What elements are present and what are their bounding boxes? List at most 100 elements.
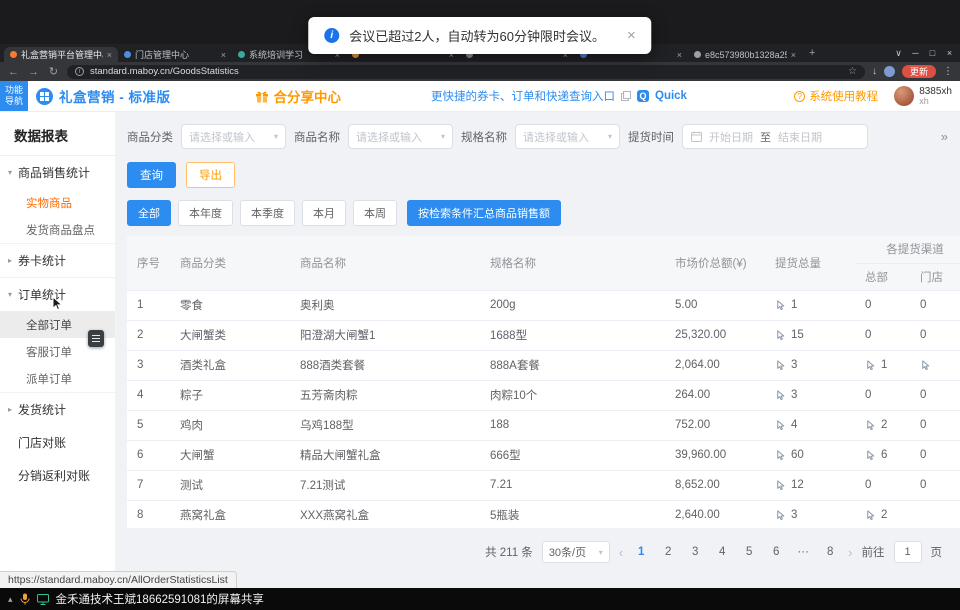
collapse-panel-icon[interactable]: » bbox=[941, 129, 948, 144]
page-number[interactable]: 3 bbox=[686, 542, 704, 562]
cell-spec: 肉粽10个 bbox=[480, 380, 665, 410]
period-tab[interactable]: 本年度 bbox=[178, 200, 233, 226]
back-icon[interactable]: ← bbox=[7, 66, 20, 78]
page-number[interactable]: 1 bbox=[632, 542, 650, 562]
hq-count-link[interactable]: 0 bbox=[865, 329, 900, 341]
maximize-button[interactable]: □ bbox=[924, 48, 941, 58]
next-page-icon[interactable]: › bbox=[848, 545, 852, 560]
download-icon[interactable]: ↓ bbox=[872, 66, 877, 77]
pickup-count-link[interactable]: 3 bbox=[775, 359, 845, 371]
store-count-link[interactable]: 0 bbox=[920, 479, 960, 491]
prev-page-icon[interactable]: ‹ bbox=[619, 545, 623, 560]
hq-count-link[interactable]: 1 bbox=[865, 359, 900, 371]
pickup-count-link[interactable]: 4 bbox=[775, 419, 845, 431]
cell-hq-count: 0 bbox=[855, 290, 910, 320]
page-number[interactable]: 6 bbox=[767, 542, 785, 562]
minimize-button[interactable]: ─ bbox=[907, 48, 924, 58]
share-center-link[interactable]: 合分享中心 bbox=[255, 86, 342, 106]
sidebar-item[interactable]: 实物商品 bbox=[0, 189, 115, 216]
page-number[interactable]: 2 bbox=[659, 542, 677, 562]
period-tab[interactable]: 本周 bbox=[353, 200, 397, 226]
window-close-button[interactable]: × bbox=[941, 48, 958, 58]
tab-search-icon[interactable]: ∨ bbox=[890, 48, 907, 59]
sidebar-item[interactable]: 派单订单 bbox=[0, 365, 115, 392]
meeting-widget-button[interactable] bbox=[88, 330, 104, 347]
quick-entry-link[interactable]: 更快捷的券卡、订单和快递查询入口 Q Quick bbox=[431, 88, 687, 104]
table-row: 6 大闸蟹 精品大闸蟹礼盒 666型 39,960.00 bbox=[127, 440, 960, 470]
sidebar-item[interactable]: ▸ 券卡统计 bbox=[0, 243, 115, 277]
hq-count-link[interactable]: 0 bbox=[865, 299, 900, 311]
forward-icon[interactable]: → bbox=[27, 66, 40, 78]
cell-spec: 888A套餐 bbox=[480, 350, 665, 380]
date-range-picker[interactable]: 开始日期 至 结束日期 bbox=[682, 124, 868, 149]
query-button[interactable]: 查询 bbox=[127, 162, 176, 188]
meeting-toast: i 会议已超过2人，自动转为60分钟限时会议。 × bbox=[308, 17, 651, 54]
browser-tab[interactable]: 门店管理中心 × bbox=[118, 47, 232, 62]
tab-close-icon[interactable]: × bbox=[107, 50, 112, 60]
browser-tab[interactable]: 礼盒营销平台管理中心 × bbox=[4, 47, 118, 62]
pickup-count-link[interactable]: 12 bbox=[775, 479, 845, 491]
browser-update-button[interactable]: 更新 bbox=[902, 65, 936, 78]
sidebar-item[interactable]: 发货商品盘点 bbox=[0, 216, 115, 243]
site-info-icon[interactable]: i bbox=[75, 67, 84, 76]
period-tab[interactable]: 全部 bbox=[127, 200, 171, 226]
store-count-link[interactable]: 0 bbox=[920, 419, 960, 431]
page-number[interactable]: 5 bbox=[740, 542, 758, 562]
cell-name: 五芳斋肉粽 bbox=[290, 380, 480, 410]
page-size-select[interactable]: 30条/页 ▾ bbox=[542, 541, 610, 563]
pickup-count-link[interactable]: 60 bbox=[775, 449, 845, 461]
tab-close-icon[interactable]: × bbox=[221, 50, 226, 60]
browser-profile-avatar[interactable] bbox=[884, 66, 895, 77]
period-tab[interactable]: 本月 bbox=[302, 200, 346, 226]
pickup-count-link[interactable]: 3 bbox=[775, 509, 845, 521]
page-number[interactable]: ··· bbox=[794, 542, 812, 562]
cell-hq-count: 0 bbox=[855, 380, 910, 410]
filter-select[interactable]: 请选择或输入 ▾ bbox=[181, 124, 286, 149]
hq-count-link[interactable]: 0 bbox=[865, 479, 900, 491]
hq-count-link[interactable]: 0 bbox=[865, 389, 900, 401]
hq-count-link[interactable]: 2 bbox=[865, 509, 900, 521]
address-bar[interactable]: i standard.maboy.cn/GoodsStatistics ☆ bbox=[67, 65, 865, 79]
function-nav-toggle[interactable]: 功能导航 bbox=[0, 81, 28, 111]
pickup-count-link[interactable]: 15 bbox=[775, 329, 845, 341]
page-number[interactable]: 8 bbox=[821, 542, 839, 562]
main-content: 商品分类 请选择或输入 ▾ 商品名称 请选择或输入 ▾ 规格名称 bbox=[115, 112, 960, 588]
sidebar-item[interactable]: ▾ 商品销售统计 bbox=[0, 156, 115, 189]
toast-message: 会议已超过2人，自动转为60分钟限时会议。 bbox=[349, 26, 605, 45]
user-menu[interactable]: 8385xh xh bbox=[894, 86, 952, 107]
filter-select[interactable]: 请选择或输入 ▾ bbox=[348, 124, 453, 149]
sidebar-item[interactable]: ▸ 发货统计 bbox=[0, 392, 115, 426]
sidebar-item[interactable]: ▾ 订单统计 bbox=[0, 277, 115, 311]
summary-button[interactable]: 按检索条件汇总商品销售额 bbox=[407, 200, 561, 226]
reload-icon[interactable]: ↻ bbox=[47, 65, 60, 78]
page-size-value: 30条/页 bbox=[549, 544, 586, 560]
tab-close-icon[interactable]: × bbox=[791, 50, 796, 60]
expand-icon[interactable]: ▴ bbox=[8, 594, 13, 605]
cell-hq-count: 2 bbox=[855, 500, 910, 528]
goto-page-input[interactable]: 1 bbox=[894, 541, 922, 563]
pickup-count-link[interactable]: 1 bbox=[775, 299, 845, 311]
pickup-count-link[interactable]: 3 bbox=[775, 389, 845, 401]
filter-placeholder: 请选择或输入 bbox=[356, 129, 422, 145]
toast-close-icon[interactable]: × bbox=[627, 27, 636, 44]
browser-menu-icon[interactable]: ⋮ bbox=[943, 66, 953, 77]
tutorial-link[interactable]: ? 系统使用教程 bbox=[794, 88, 878, 104]
store-count-link[interactable]: 0 bbox=[920, 389, 960, 401]
new-tab-button[interactable]: + bbox=[802, 47, 822, 59]
store-count-link[interactable] bbox=[920, 360, 960, 371]
username: 8385xh bbox=[919, 86, 952, 97]
sidebar-item[interactable]: 门店对账 bbox=[0, 426, 115, 459]
filter-select[interactable]: 请选择或输入 ▾ bbox=[515, 124, 620, 149]
hq-count-link[interactable]: 2 bbox=[865, 419, 900, 431]
store-count-link[interactable]: 0 bbox=[920, 299, 960, 311]
browser-tab[interactable]: e8c573980b1328a2584d2e6 × bbox=[688, 47, 802, 62]
store-count-link[interactable]: 0 bbox=[920, 449, 960, 461]
sidebar-item[interactable]: 分销返利对账 bbox=[0, 459, 115, 492]
hq-count-link[interactable]: 6 bbox=[865, 449, 900, 461]
period-tab[interactable]: 本季度 bbox=[240, 200, 295, 226]
store-count-link[interactable]: 0 bbox=[920, 329, 960, 341]
export-button[interactable]: 导出 bbox=[186, 162, 235, 188]
page-number[interactable]: 4 bbox=[713, 542, 731, 562]
bookmark-star-icon[interactable]: ☆ bbox=[848, 66, 857, 77]
tab-close-icon[interactable]: × bbox=[677, 50, 682, 60]
